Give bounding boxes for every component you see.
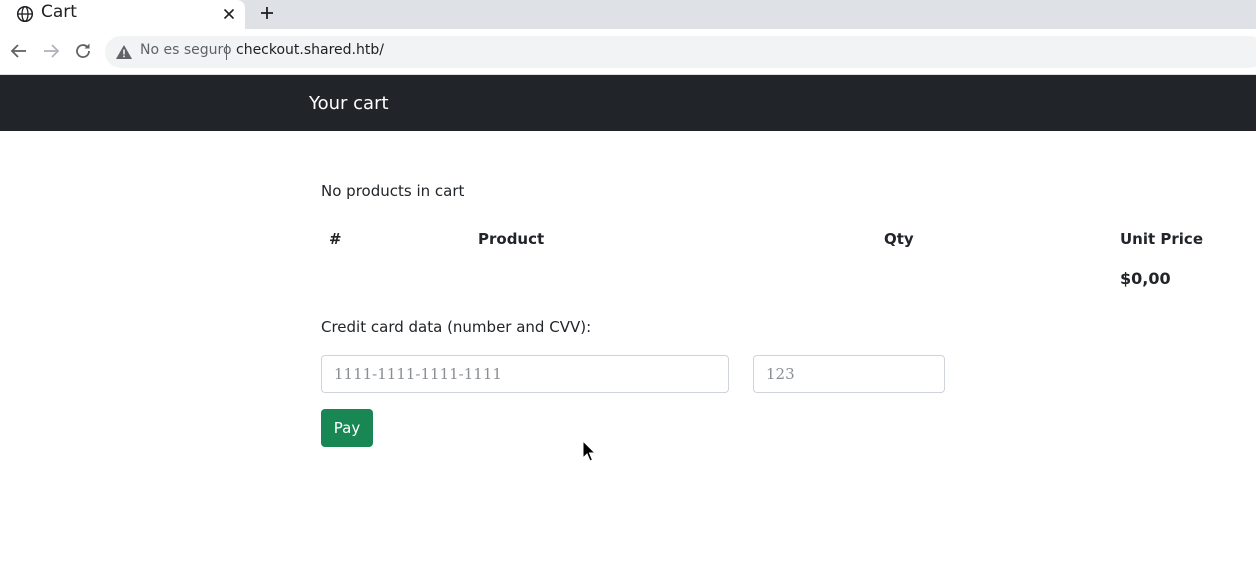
reload-icon[interactable] bbox=[72, 40, 94, 62]
forward-arrow-icon[interactable] bbox=[40, 40, 62, 62]
new-tab-plus-icon[interactable] bbox=[257, 3, 277, 23]
browser-tab-strip: Cart bbox=[0, 0, 1256, 29]
column-header-qty: Qty bbox=[884, 230, 914, 248]
tab-title: Cart bbox=[41, 2, 77, 22]
column-header-number: # bbox=[329, 230, 342, 248]
browser-toolbar: No es seguro checkout.shared.htb/ bbox=[0, 29, 1256, 75]
back-arrow-icon[interactable] bbox=[8, 40, 30, 62]
card-number-input[interactable] bbox=[321, 355, 729, 393]
pay-button[interactable]: Pay bbox=[321, 409, 373, 447]
page-navbar: Your cart bbox=[0, 75, 1256, 131]
close-icon[interactable] bbox=[220, 5, 238, 23]
address-separator bbox=[226, 44, 227, 60]
credit-card-label: Credit card data (number and CVV): bbox=[321, 318, 592, 336]
cvv-input[interactable] bbox=[753, 355, 945, 393]
column-header-unit-price: Unit Price bbox=[1120, 230, 1203, 248]
empty-cart-message: No products in cart bbox=[321, 182, 465, 200]
globe-icon bbox=[16, 5, 34, 23]
column-header-product: Product bbox=[478, 230, 545, 248]
url-text[interactable]: checkout.shared.htb/ bbox=[236, 42, 384, 58]
navbar-brand[interactable]: Your cart bbox=[309, 93, 389, 114]
cart-total: $0,00 bbox=[1120, 269, 1171, 288]
mouse-cursor-icon bbox=[582, 440, 596, 462]
security-status-label[interactable]: No es seguro bbox=[140, 42, 232, 58]
browser-tab[interactable]: Cart bbox=[0, 0, 245, 29]
address-bar[interactable]: No es seguro checkout.shared.htb/ bbox=[105, 36, 1256, 68]
warning-icon[interactable] bbox=[115, 43, 133, 61]
